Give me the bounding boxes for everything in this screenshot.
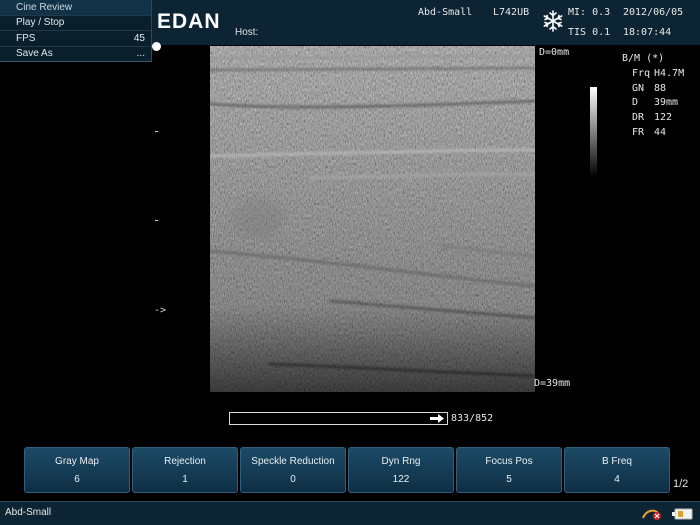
depth-tick (155, 220, 158, 221)
orientation-marker (152, 42, 161, 51)
param-row: DR 122 (632, 112, 673, 124)
probe-name: L742UB (493, 7, 530, 18)
depth-end-label: D=39mm (534, 378, 571, 389)
softkey-page-indicator[interactable]: 1/2 (673, 478, 688, 490)
status-bar: Abd-Small (0, 501, 700, 525)
depth-tick (155, 131, 158, 132)
focus-marker: -> (154, 305, 167, 316)
cine-progress-bar[interactable] (229, 412, 448, 425)
cine-review-menu: Cine Review Play / Stop FPS 45 Save As .… (0, 0, 152, 62)
mechanical-index: MI: 0.3 (568, 7, 611, 18)
play-stop-item[interactable]: Play / Stop (0, 16, 151, 31)
speckle-reduction-softkey[interactable]: Speckle Reduction 0 (240, 447, 346, 493)
cine-frame-count: 833/852 (451, 413, 494, 424)
focus-pos-softkey[interactable]: Focus Pos 5 (456, 447, 562, 493)
param-row: FR 44 (632, 126, 667, 138)
status-preset: Abd-Small (5, 507, 52, 518)
thermal-index: TIS 0.1 (568, 27, 611, 38)
snowflake-icon (543, 10, 563, 32)
param-row: D 39mm (632, 97, 679, 109)
cine-review-title[interactable]: Cine Review (0, 0, 151, 16)
param-row: Frq H4.7M (632, 67, 685, 79)
imaging-parameters: B/M (*) Frq H4.7M GN 88 D 39mm DR 122 FR 44 (622, 52, 684, 141)
ultrasound-image[interactable] (210, 46, 535, 392)
softkey-bar: Gray Map 6 Rejection 1 Speckle Reduction… (24, 447, 670, 493)
exam-preset: Abd-Small (418, 7, 473, 18)
grayscale-bar (590, 87, 597, 177)
dyn-rng-softkey[interactable]: Dyn Rng 122 (348, 447, 454, 493)
b-freq-softkey[interactable]: B Freq 4 (564, 447, 670, 493)
imaging-mode: B/M (*) (622, 53, 665, 64)
arrow-right-icon (430, 414, 444, 423)
host-label: Host: (235, 27, 259, 38)
fps-value: 45 (133, 32, 145, 44)
gray-map-softkey[interactable]: Gray Map 6 (24, 447, 130, 493)
date: 2012/06/05 (623, 7, 684, 18)
time: 18:07:44 (623, 27, 672, 38)
fps-item[interactable]: FPS 45 (0, 31, 151, 47)
battery-icon (672, 508, 693, 520)
depth-start-label: D=0mm (539, 47, 570, 58)
rejection-softkey[interactable]: Rejection 1 (132, 447, 238, 493)
param-row: GN 88 (632, 82, 667, 94)
save-as-item[interactable]: Save As ... (0, 47, 151, 62)
network-disconnected-icon (642, 509, 661, 520)
edan-logo: EDAN (157, 10, 221, 33)
